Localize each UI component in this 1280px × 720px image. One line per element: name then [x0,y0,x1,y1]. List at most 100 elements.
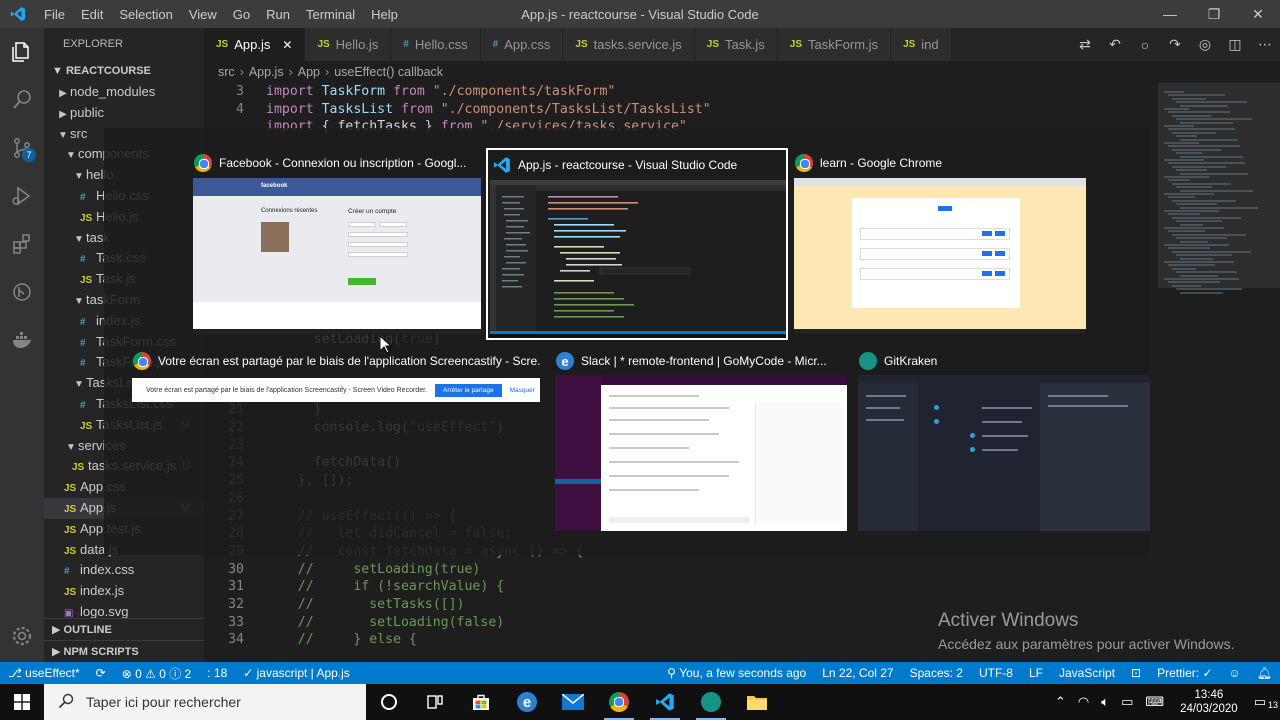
breadcrumb-item[interactable]: App [298,65,320,79]
battery-icon[interactable]: ▭ [1115,694,1139,710]
json-icon[interactable]: ⊡ [1123,666,1149,680]
minimap-line [1176,220,1222,223]
editor-tab[interactable]: JS ind [891,28,952,61]
breadcrumb-item[interactable]: src [218,65,235,79]
switcher-window-vscode[interactable]: App.js - reactcourse - Visual Studio Cod… [486,148,788,340]
minimap[interactable] [1158,83,1280,662]
cortana-icon[interactable] [366,684,412,720]
minimap-line [1172,131,1216,134]
minimap-line [1164,176,1209,178]
menu-item-terminal[interactable]: Terminal [298,7,363,22]
clock[interactable]: 13:46 24/03/2020 [1170,688,1248,716]
switcher-window-facebook[interactable]: Facebook - Connexion ou inscription - Go… [193,148,483,338]
minimap-line [1172,284,1201,287]
prettier-status[interactable]: Prettier: ✓ [1149,666,1220,680]
git-blame[interactable]: ⚲ You, a few seconds ago [659,666,814,680]
tree-file[interactable]: # index.css [44,560,204,581]
mail-icon[interactable] [550,684,596,720]
menu-item-file[interactable]: File [36,7,73,22]
js-file-icon: JS [789,39,802,50]
git-branch[interactable]: ⎇ useEffect* [0,666,88,680]
editor-tab[interactable]: JS TaskForm.js [777,28,892,61]
explorer-icon[interactable] [0,28,44,76]
file-encoding[interactable]: UTF-8 [971,666,1021,680]
editor-tab[interactable]: JS Hello.js [305,28,392,61]
end-of-line[interactable]: LF [1021,666,1051,680]
indentation[interactable]: Spaces: 2 [902,666,971,680]
more-actions-icon[interactable]: ⋯ [1250,36,1280,53]
menu-item-selection[interactable]: Selection [111,7,180,22]
split-editor-icon[interactable]: ◫ [1220,36,1250,53]
switcher-window-gitkraken[interactable]: GitKraken [858,346,1150,532]
task-view-icon[interactable] [412,684,458,720]
vscode-taskbar-icon[interactable] [642,684,688,720]
show-hidden-icons-chevron-icon[interactable]: ⌃ [1049,694,1072,710]
js-file-icon: JS [72,462,85,474]
action-center-icon[interactable]: ▭ 13 [1248,694,1280,710]
switcher-window-screencastify[interactable]: Votre écran est partagé par le biais de … [132,346,540,406]
menu-item-run[interactable]: Run [258,7,298,22]
minimap-line [1172,267,1196,270]
editor-tab[interactable]: # App.css [480,28,564,61]
breadcrumb-item[interactable]: App.js [249,65,284,79]
npm-scripts-section[interactable]: ▶ NPM SCRIPTS [44,640,204,662]
wifi-icon[interactable]: ◠ [1072,694,1095,710]
start-button[interactable] [0,684,44,720]
store-icon[interactable] [458,684,504,720]
switcher-window-slack[interactable]: e Slack | * remote-frontend | GoMyCode -… [555,346,847,532]
go-back-icon[interactable]: ↶ [1100,36,1130,53]
settings-gear-icon[interactable] [0,612,44,660]
minimap-line [1180,121,1233,124]
volume-icon[interactable]: 🔈︎ [1095,694,1115,710]
menu-item-go[interactable]: Go [225,7,258,22]
compare-icon[interactable]: ⇄ [1070,36,1100,53]
breadcrumb-item[interactable]: useEffect() callback [334,65,443,79]
git-graph-icon[interactable] [0,268,44,316]
dot-icon[interactable]: ○ [1130,37,1160,53]
file-explorer-icon[interactable] [734,684,780,720]
minimize-button[interactable]: — [1148,0,1192,28]
input-language-icon[interactable]: ⌨ [1139,694,1170,710]
edge-taskbar-icon[interactable]: e [504,684,550,720]
language-mode[interactable]: JavaScript [1051,666,1123,680]
tree-file[interactable]: JS index.js [44,581,204,602]
editor-tab[interactable]: JS tasks.service.js [563,28,695,61]
minimap-line [1168,128,1235,131]
outline-section[interactable]: ▶ OUTLINE [44,618,204,640]
minimap-line [1180,172,1248,175]
problems-status[interactable]: ⊗ 0 ⚠ 0 ⓘ 2 [114,665,200,682]
windows-taskbar: Taper ici pour rechercher e ⌃ ◠ 🔈︎ ▭ ⌨ 1… [0,684,1280,720]
close-tab-icon[interactable]: ✕ [282,38,292,52]
restore-button[interactable]: ❐ [1192,0,1236,28]
search-icon[interactable] [0,76,44,124]
editor-tab[interactable]: JS Task.js [694,28,778,61]
feedback-icon[interactable]: ☺ [1221,666,1249,680]
switcher-window-learn[interactable]: learn - Google Chrome [794,148,1086,338]
cursor-position[interactable]: Ln 22, Col 27 [814,666,901,680]
go-forward-icon[interactable]: ↷ [1160,36,1190,53]
tree-item-label: src [70,125,88,141]
js-file-icon: JS [80,275,93,287]
gitkraken-taskbar-icon[interactable] [688,684,734,720]
git-lens-icon[interactable]: ◎ [1190,36,1220,53]
workspace-root[interactable]: ▼ REACTCOURSE [44,60,204,82]
editor-tab[interactable]: JS App.js ✕ [204,28,306,61]
source-control-icon[interactable]: 7 [0,124,44,172]
close-window-button[interactable]: ✕ [1236,0,1280,28]
notifications-bell-icon[interactable]: 🔔︎ [1249,666,1280,680]
minimap-line [1172,97,1206,100]
chrome-taskbar-icon[interactable] [596,684,642,720]
tree-folder[interactable]: ▶ node_modules [44,82,204,103]
menu-item-edit[interactable]: Edit [73,7,111,22]
eslint-status[interactable]: ✓ javascript | App.js [235,666,358,680]
docker-icon[interactable] [0,316,44,364]
taskbar-search-box[interactable]: Taper ici pour rechercher [44,684,366,720]
sync-icon[interactable]: ⟳ [88,666,114,680]
extensions-icon[interactable] [0,220,44,268]
menu-item-view[interactable]: View [181,7,225,22]
tree-folder[interactable]: ▶ public [44,103,204,124]
menu-item-help[interactable]: Help [363,7,406,22]
editor-tab[interactable]: # Hello.css [391,28,481,61]
line-info: : 18 [207,666,228,680]
run-debug-icon[interactable] [0,172,44,220]
